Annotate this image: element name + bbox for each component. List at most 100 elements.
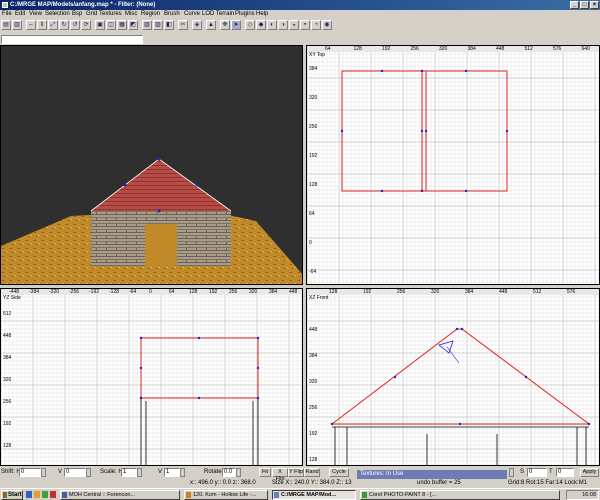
start-button[interactable]: Start <box>1 490 23 500</box>
camera-marker-icon[interactable] <box>438 340 460 364</box>
show-entities-icon[interactable]: ◉ <box>322 20 332 30</box>
change-view-icon[interactable]: ◈ <box>192 20 202 30</box>
y-flip-button[interactable]: Y Flip <box>288 468 304 477</box>
camera-move-icon[interactable]: ✥ <box>220 20 230 30</box>
task-corel[interactable]: Corel PHOTO-PAINT 8 - [... <box>360 490 560 500</box>
clipper-icon[interactable]: ✂ <box>178 20 188 30</box>
shift-v-spinner[interactable] <box>86 468 91 477</box>
rotate-spinner[interactable] <box>236 468 241 477</box>
select-inside-icon[interactable]: ▦ <box>117 20 127 30</box>
yz-side-viewport[interactable]: -448 -384 -320 -256 -192 -128 -64 0 64 128 192 256 3… <box>0 288 303 466</box>
flip-y-icon[interactable]: ⇕ <box>37 20 47 30</box>
shift-h-spinner[interactable] <box>41 468 46 477</box>
menu-misc[interactable]: Misc <box>125 10 137 19</box>
menu-plugins[interactable]: Plugins <box>235 10 255 19</box>
select-partial-icon[interactable]: ◩ <box>128 20 138 30</box>
h-tick-label: 320 <box>439 46 448 52</box>
menu-selection[interactable]: Selection <box>45 10 70 19</box>
h-tick-label: 128 <box>189 289 198 295</box>
s-input[interactable]: 0 <box>527 468 547 477</box>
camera-viewport[interactable] <box>0 45 303 285</box>
wall-brushes[interactable] <box>140 398 259 466</box>
window-title: C:/MRGE MAP/Models/anfang.map * - Filter… <box>10 2 156 8</box>
patch-bend-icon[interactable]: ◆ <box>256 20 266 30</box>
task-moh-central[interactable]: MOH Central :: Forencon... <box>60 490 180 500</box>
menu-curve[interactable]: Curve <box>184 10 200 19</box>
menu-textures[interactable]: Textures <box>99 10 122 19</box>
shift-v-input[interactable]: 0 <box>64 468 86 477</box>
title-bar[interactable]: C:/MRGE MAP/Models/anfang.map * - Filter… <box>0 0 600 10</box>
minimize-button[interactable]: _ <box>570 1 579 9</box>
roof-brush[interactable] <box>330 327 591 426</box>
menu-region[interactable]: Region <box>141 10 160 19</box>
save-icon[interactable]: ▥ <box>12 20 22 30</box>
texture-view-icon[interactable]: ▲ <box>206 20 216 30</box>
task-label: 120. Kom - Hollow Life -... <box>193 492 257 498</box>
clock[interactable]: 16:08 <box>582 492 596 498</box>
menu-bsp[interactable]: Bsp <box>72 10 82 19</box>
rotate-z-icon[interactable]: ⟳ <box>81 20 91 30</box>
media-icon[interactable] <box>50 491 56 498</box>
patch-icon[interactable]: ◇ <box>245 20 255 30</box>
v-tick-label: 128 <box>309 457 318 463</box>
maximize-button[interactable]: □ <box>580 1 589 9</box>
patch-delete-icon[interactable]: ◑ <box>278 20 288 30</box>
flip-x-icon[interactable]: ⇔ <box>26 20 36 30</box>
scale-h-input[interactable]: 1 <box>121 468 137 477</box>
v-tick-label: 384 <box>3 355 12 361</box>
close-button[interactable]: × <box>590 1 599 9</box>
ie-icon[interactable] <box>26 491 32 498</box>
menu-file[interactable]: File <box>2 10 12 19</box>
csg-merge-icon[interactable]: ◧ <box>164 20 174 30</box>
x-flip-button[interactable]: X Flip <box>272 468 288 482</box>
rotate-y-icon[interactable]: ↺ <box>70 20 80 30</box>
t-input[interactable]: 0 <box>556 468 574 477</box>
apply-button[interactable]: Apply <box>580 468 599 477</box>
texture-dropdown[interactable]: Textures: In Use <box>357 470 507 479</box>
select-touching-icon[interactable]: ◫ <box>106 20 116 30</box>
menu-grid[interactable]: Grid <box>86 10 97 19</box>
rand-button[interactable]: Rand <box>304 468 320 477</box>
scale-v-spinner[interactable] <box>180 468 185 477</box>
rotate-input[interactable]: 0.0 <box>222 468 236 477</box>
fit-button[interactable]: Fit <box>259 468 271 477</box>
cap-icon[interactable]: ◒ <box>289 20 299 30</box>
shift-h-label: Shift: H <box>1 469 21 475</box>
menu-edit[interactable]: Edit <box>15 10 25 19</box>
drill-icon[interactable]: ◔ <box>311 20 321 30</box>
patch-insert-icon[interactable]: ◐ <box>267 20 277 30</box>
csg-subtract-icon[interactable]: ▧ <box>142 20 152 30</box>
v-tick-label: 384 <box>309 353 318 359</box>
select-pointer-icon[interactable]: ➤ <box>231 20 241 30</box>
cycle-button[interactable]: Cycle <box>329 468 349 477</box>
flip-z-icon[interactable]: ⤢ <box>48 20 58 30</box>
brush-selection[interactable] <box>139 336 260 400</box>
scale-v-input[interactable]: 1 <box>164 468 180 477</box>
s-spinner[interactable] <box>509 468 514 477</box>
shift-h-input[interactable]: 0 <box>19 468 41 477</box>
menu-view[interactable]: View <box>29 10 42 19</box>
weld-icon[interactable]: ◓ <box>300 20 310 30</box>
task-winamp[interactable]: 120. Kom - Hollow Life -... <box>184 490 268 500</box>
task-radiant[interactable]: C:/MRGE MAP/Mod... <box>272 490 356 500</box>
menu-lod-terrain[interactable]: LOD Terrain <box>202 10 234 19</box>
xz-front-viewport[interactable]: 128192256320384448512576640XZ Front44838… <box>306 288 600 466</box>
menu-help[interactable]: Help <box>256 10 268 19</box>
filter-input[interactable] <box>1 35 143 44</box>
info-bar: x:: 496.0 y:: 0.0 z:: 368.0 Size X:: 240… <box>0 479 600 488</box>
grid-canvas <box>1 289 302 466</box>
xy-top-viewport[interactable]: 6412819225632038444851257664070476883289… <box>306 45 600 285</box>
rotate-x-icon[interactable]: ↻ <box>59 20 69 30</box>
open-icon[interactable]: ▤ <box>1 20 11 30</box>
s-label: S <box>520 469 525 475</box>
menu-brush[interactable]: Brush <box>164 10 180 19</box>
folder-icon[interactable] <box>34 491 40 498</box>
csg-hollow-icon[interactable]: ▨ <box>153 20 163 30</box>
desktop-icon[interactable] <box>42 491 48 498</box>
menu-bar: File Edit View Selection Bsp Grid Textur… <box>0 10 600 19</box>
app-icon[interactable] <box>2 2 8 8</box>
grid-canvas <box>307 289 599 465</box>
select-complete-icon[interactable]: ▣ <box>95 20 105 30</box>
scale-h-spinner[interactable] <box>137 468 142 477</box>
camera-scene <box>1 157 302 284</box>
